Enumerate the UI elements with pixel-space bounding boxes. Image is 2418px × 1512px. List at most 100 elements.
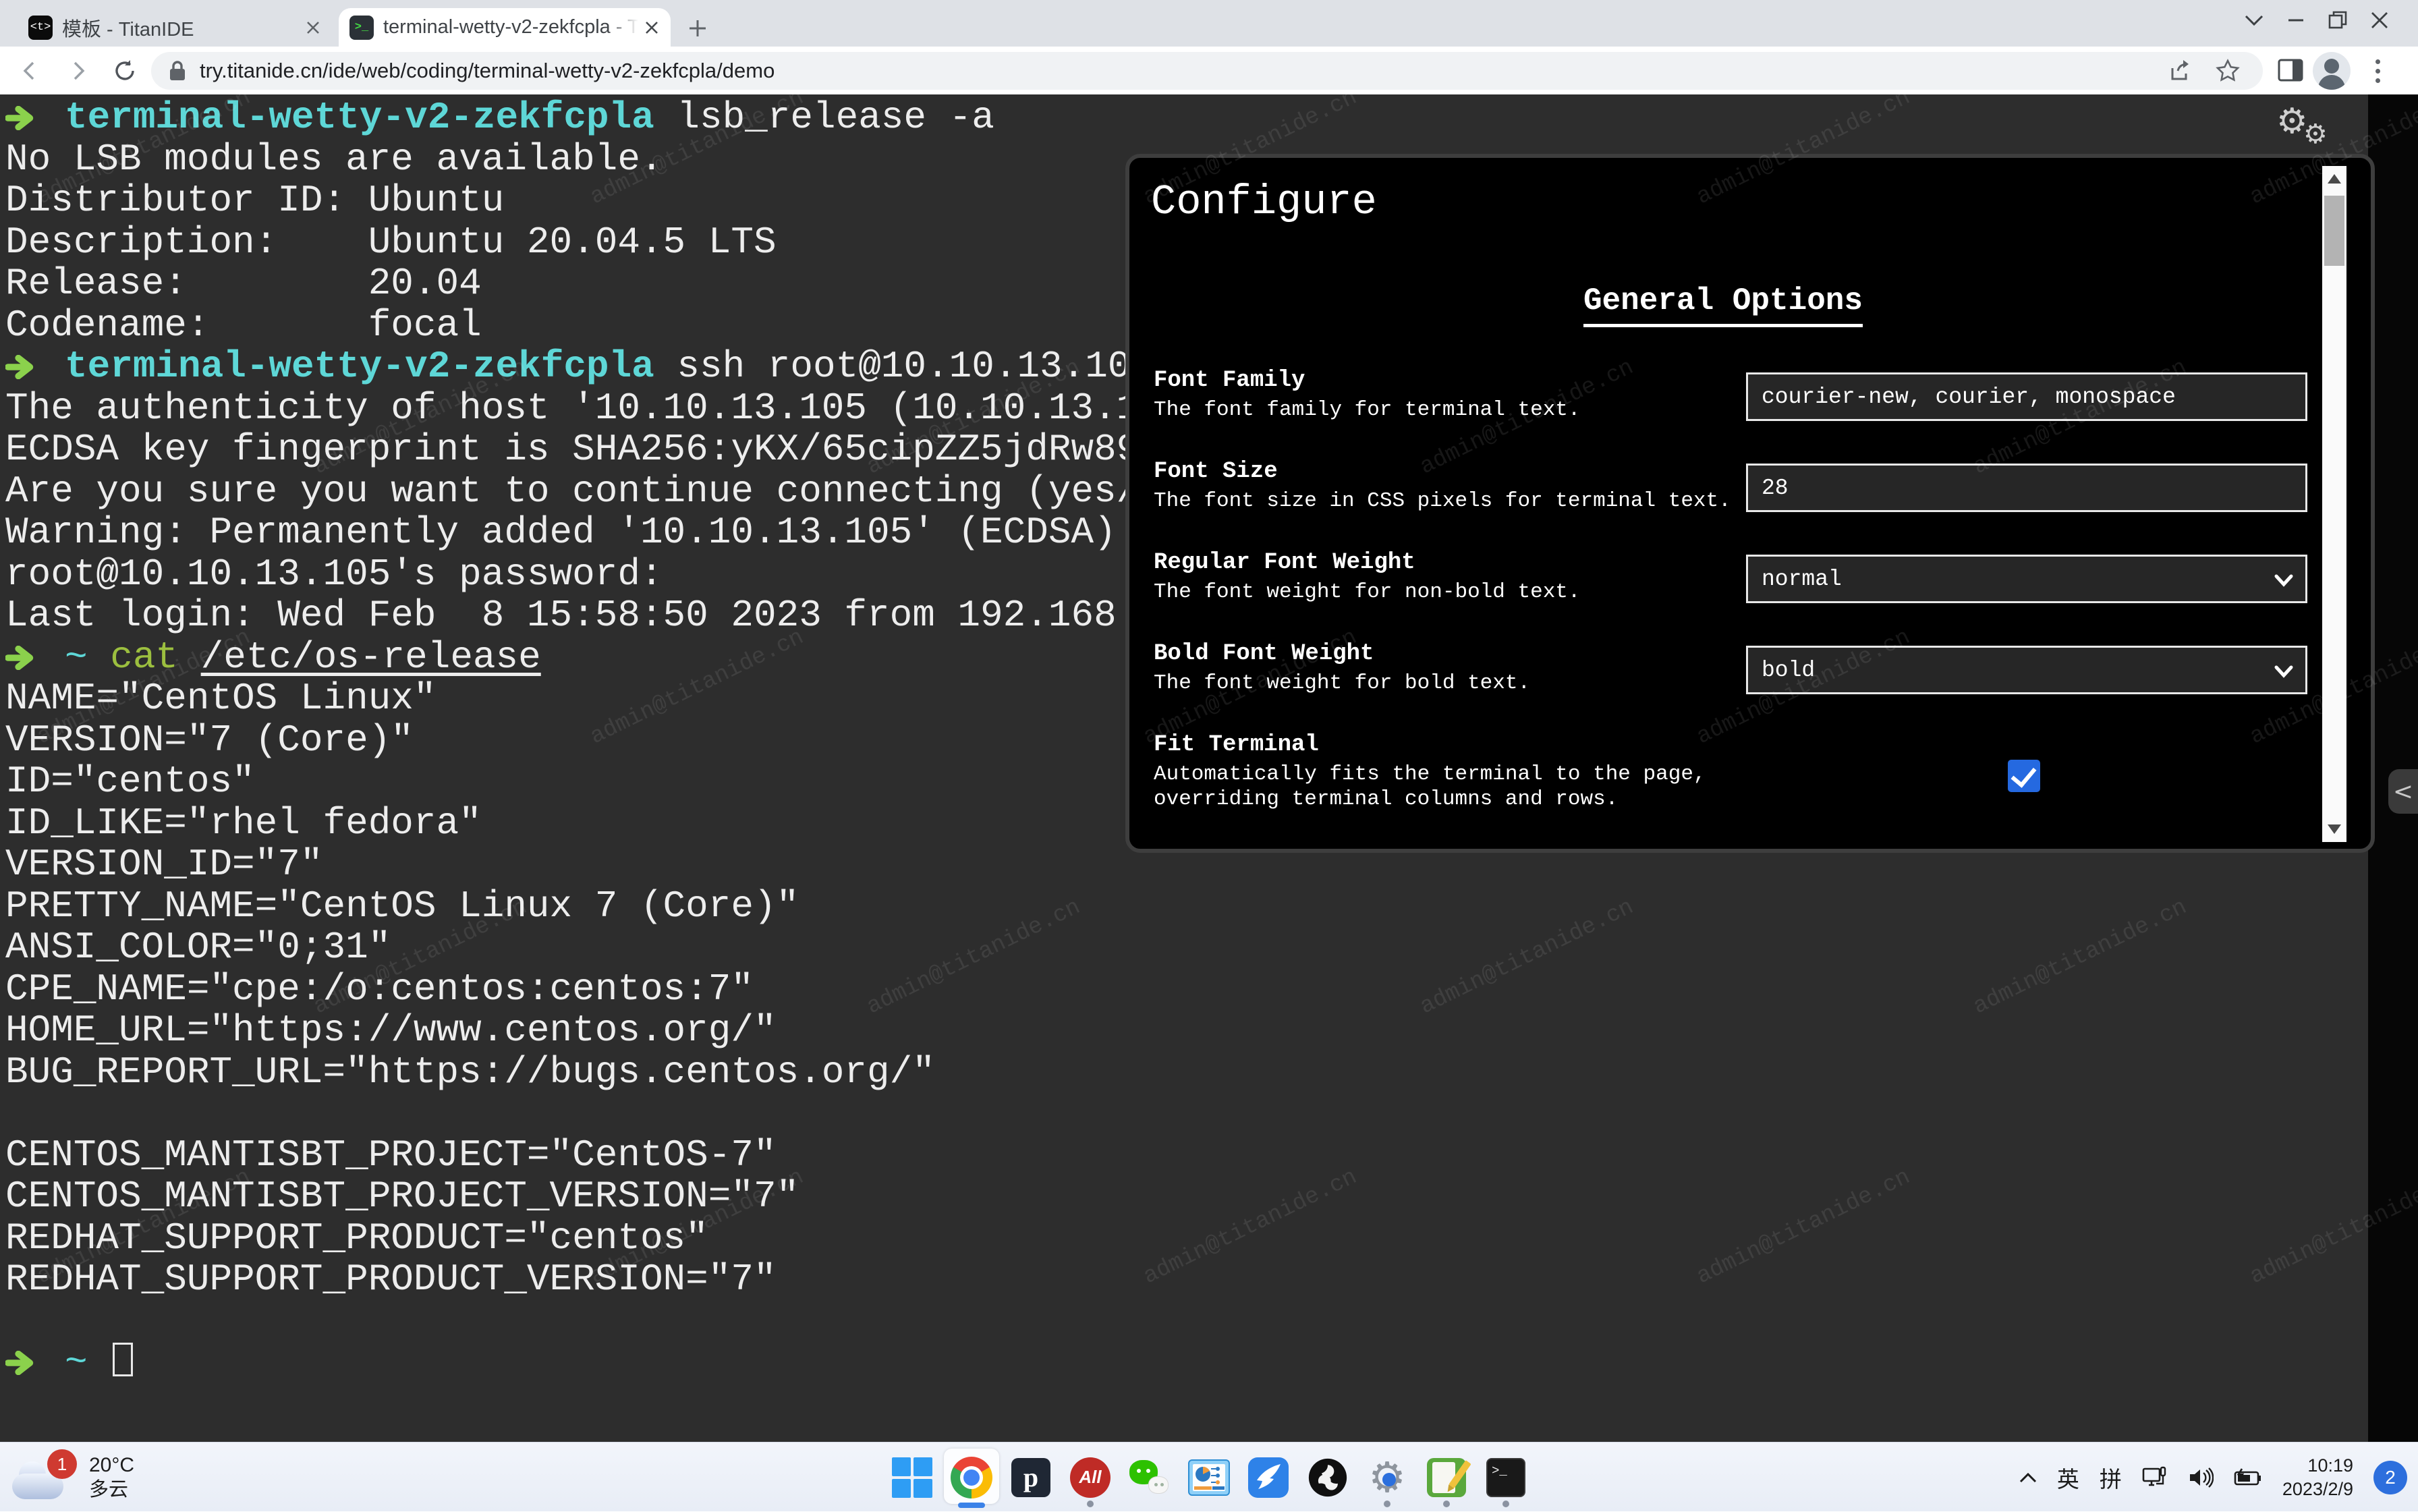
window-minimize-button[interactable] [2275, 3, 2317, 38]
regular-font-weight-select[interactable]: normal [1746, 555, 2307, 603]
taskbar-app-monitor-chart-app[interactable] [1179, 1445, 1239, 1510]
weather-badge: 1 [47, 1449, 77, 1479]
terminal-line: ECDSA key fingerprint is SHA256:yKX/65ci… [5, 429, 1162, 471]
hidden-icons-chevron-icon[interactable] [2019, 1472, 2037, 1483]
terminal-line: CPE_NAME="cpe:/o:centos:centos:7" [5, 969, 1162, 1011]
tab-terminal-wetty[interactable]: >_ terminal-wetty-v2-zekfcpla - T [339, 8, 671, 47]
weather-condition: 多云 [89, 1478, 134, 1502]
taskbar-app-obs-studio[interactable] [1298, 1445, 1357, 1510]
fit-terminal-checkbox[interactable] [2008, 760, 2040, 792]
bold-font-weight-select[interactable]: bold [1746, 646, 2307, 694]
scrollbar-thumb[interactable] [2324, 196, 2344, 266]
terminal-line: Release: 20.04 [5, 263, 1162, 305]
taskbar-app-windows-start[interactable] [882, 1445, 942, 1510]
taskbar-app-wechat[interactable] [1120, 1445, 1179, 1510]
bold-font-weight-desc: The font weight for bold text. [1154, 671, 1530, 696]
tab-titanide[interactable]: <t> 模板 - TitanIDE [18, 8, 332, 47]
terminal-line: REDHAT_SUPPORT_PRODUCT="centos" [5, 1218, 1162, 1260]
terminal-line: Last login: Wed Feb 8 15:58:50 2023 from… [5, 595, 1162, 637]
terminal-page[interactable]: terminal-wetty-v2-zekfcpla lsb_release -… [0, 94, 2418, 1442]
settings-gear-icon: ⚙ [1366, 1456, 1409, 1499]
font-size-label: Font Size [1154, 459, 1278, 484]
side-panel-icon[interactable] [2276, 56, 2305, 84]
scroll-up-icon[interactable] [2328, 174, 2341, 184]
terminal-line: CENTOS_MANTISBT_PROJECT_VERSION="7" [5, 1176, 1162, 1218]
terminal-line: HOME_URL="https://www.centos.org/" [5, 1010, 1162, 1052]
tab-close-icon[interactable] [300, 14, 327, 41]
chevron-down-icon [2274, 661, 2293, 686]
dingtalk-icon [1247, 1456, 1290, 1499]
font-size-input[interactable] [1746, 464, 2307, 512]
chrome-icon [950, 1456, 993, 1499]
lock-icon[interactable] [169, 60, 186, 82]
notepad-editor-icon [1425, 1456, 1468, 1499]
configure-dialog: Configure General Options Font Family Th… [1125, 154, 2375, 853]
dialog-scrollbar[interactable] [2322, 166, 2346, 842]
gear-icon: ⚙ [2303, 119, 2328, 150]
prompt-arrow-icon [5, 346, 38, 388]
tab-title: terminal-wetty-v2-zekfcpla - T [383, 16, 638, 38]
taskbar-app-red-a-app[interactable]: All [1061, 1445, 1120, 1510]
url-bar[interactable]: try.titanide.cn/ide/web/coding/terminal-… [151, 52, 2263, 90]
taskbar-app-chrome[interactable] [942, 1445, 1001, 1510]
watermark-text: admin@titanide.cn [1140, 1165, 1361, 1290]
url-text: try.titanide.cn/ide/web/coding/terminal-… [200, 59, 775, 83]
battery-icon[interactable] [2234, 1467, 2262, 1488]
volume-icon[interactable] [2188, 1467, 2214, 1488]
weather-widget[interactable]: 1 20°C 多云 [12, 1447, 134, 1509]
windows-start-icon [891, 1456, 934, 1499]
terminal-line: terminal-wetty-v2-zekfcpla lsb_release -… [5, 97, 1162, 139]
back-button[interactable] [12, 53, 49, 89]
clock[interactable]: 10:19 2023/2/9 [2282, 1454, 2353, 1501]
terminal-line: NAME="CentOS Linux" [5, 678, 1162, 720]
weather-temp: 20°C [89, 1453, 134, 1478]
tab-search-chevron-icon[interactable] [2233, 3, 2275, 38]
taskbar-app-dingtalk[interactable] [1239, 1445, 1298, 1510]
terminal-line: Warning: Permanently added '10.10.13.105… [5, 512, 1162, 554]
ime-english-indicator[interactable]: 英 [2057, 1461, 2079, 1494]
terminal-settings-button[interactable]: ⚙ ⚙ [2276, 101, 2351, 162]
window-close-button[interactable] [2359, 3, 2400, 38]
red-a-app-icon: All [1069, 1456, 1112, 1499]
scroll-down-icon[interactable] [2328, 824, 2341, 834]
regular-font-weight-label: Regular Font Weight [1154, 550, 1415, 576]
forward-button[interactable] [59, 53, 96, 89]
terminal-line: Codename: focal [5, 305, 1162, 347]
new-tab-button[interactable] [680, 11, 715, 46]
terminal-line: ~ [5, 1342, 1162, 1384]
fit-terminal-desc: Automatically fits the terminal to the p… [1154, 762, 1706, 812]
taskbar-app-p-app[interactable]: p [1001, 1445, 1061, 1510]
network-icon[interactable] [2142, 1466, 2168, 1489]
monitor-chart-app-icon [1187, 1456, 1231, 1499]
chevron-down-icon [2274, 570, 2293, 595]
browser-toolbar: try.titanide.cn/ide/web/coding/terminal-… [0, 47, 2418, 94]
terminal-line [5, 1093, 1162, 1135]
font-family-input[interactable] [1746, 372, 2307, 421]
collapsed-panel-strip [2368, 94, 2418, 1442]
terminal-line [5, 1301, 1162, 1343]
terminal-line: PRETTY_NAME="CentOS Linux 7 (Core)" [5, 886, 1162, 928]
taskbar-app-terminal-app[interactable]: >_ [1476, 1445, 1536, 1510]
profile-avatar[interactable] [2313, 52, 2351, 90]
notification-badge[interactable]: 2 [2373, 1461, 2407, 1494]
font-family-label: Font Family [1154, 368, 1305, 393]
titanide-favicon-icon: <t> [28, 16, 53, 40]
bold-font-weight-label: Bold Font Weight [1154, 641, 1374, 667]
prompt-arrow-icon [5, 1342, 38, 1384]
panel-expand-handle[interactable]: < [2388, 769, 2418, 814]
taskbar-app-notepad-editor[interactable] [1417, 1445, 1476, 1510]
tab-close-icon[interactable] [638, 14, 665, 41]
bookmark-star-icon[interactable] [2216, 59, 2240, 83]
terminal-line: ANSI_COLOR="0;31" [5, 927, 1162, 969]
taskbar-app-settings-gear[interactable]: ⚙ [1357, 1445, 1417, 1510]
watermark-text: admin@titanide.cn [1693, 1165, 1914, 1290]
windows-taskbar: 1 20°C 多云 pAll ⚙ >_ 英 拼 10:19 2023/2/9 2 [0, 1442, 2418, 1511]
section-heading: General Options [1583, 283, 1863, 327]
browser-menu-icon[interactable] [2363, 56, 2392, 86]
window-restore-button[interactable] [2317, 3, 2359, 38]
share-icon[interactable] [2168, 59, 2193, 83]
tray-date: 2023/2/9 [2282, 1479, 2353, 1499]
ime-pinyin-indicator[interactable]: 拼 [2100, 1461, 2122, 1494]
terminal-output: terminal-wetty-v2-zekfcpla lsb_release -… [5, 97, 1162, 1384]
reload-button[interactable] [107, 53, 143, 89]
